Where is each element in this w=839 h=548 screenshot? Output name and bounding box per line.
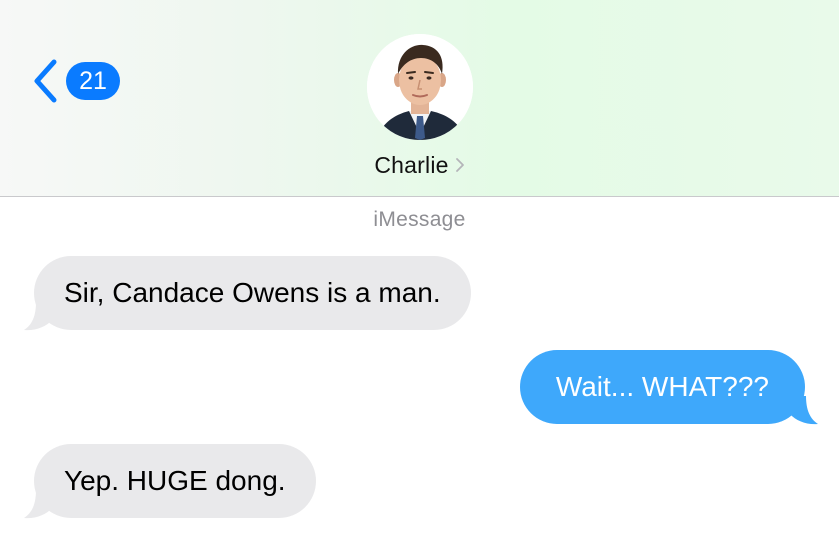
- unread-count-badge: 21: [66, 62, 120, 100]
- chevron-left-icon: [34, 59, 57, 103]
- back-button[interactable]: 21: [30, 58, 120, 104]
- outgoing-message-bubble[interactable]: Wait... WHAT???: [519, 350, 805, 424]
- messages-screen: 21 Charlie iMessage Sir, Candace Owens i…: [0, 0, 839, 548]
- incoming-message-bubble[interactable]: Yep. HUGE dong.: [34, 444, 316, 518]
- avatar-portrait: [367, 34, 473, 140]
- contact-avatar[interactable]: [367, 34, 473, 140]
- chevron-right-icon: [455, 158, 464, 172]
- service-label: iMessage: [373, 208, 466, 231]
- contact-details-link[interactable]: Charlie: [0, 150, 839, 180]
- incoming-message-bubble[interactable]: Sir, Candace Owens is a man.: [34, 256, 471, 330]
- contact-name: Charlie: [374, 151, 449, 178]
- conversation-header: 21 Charlie: [0, 0, 839, 197]
